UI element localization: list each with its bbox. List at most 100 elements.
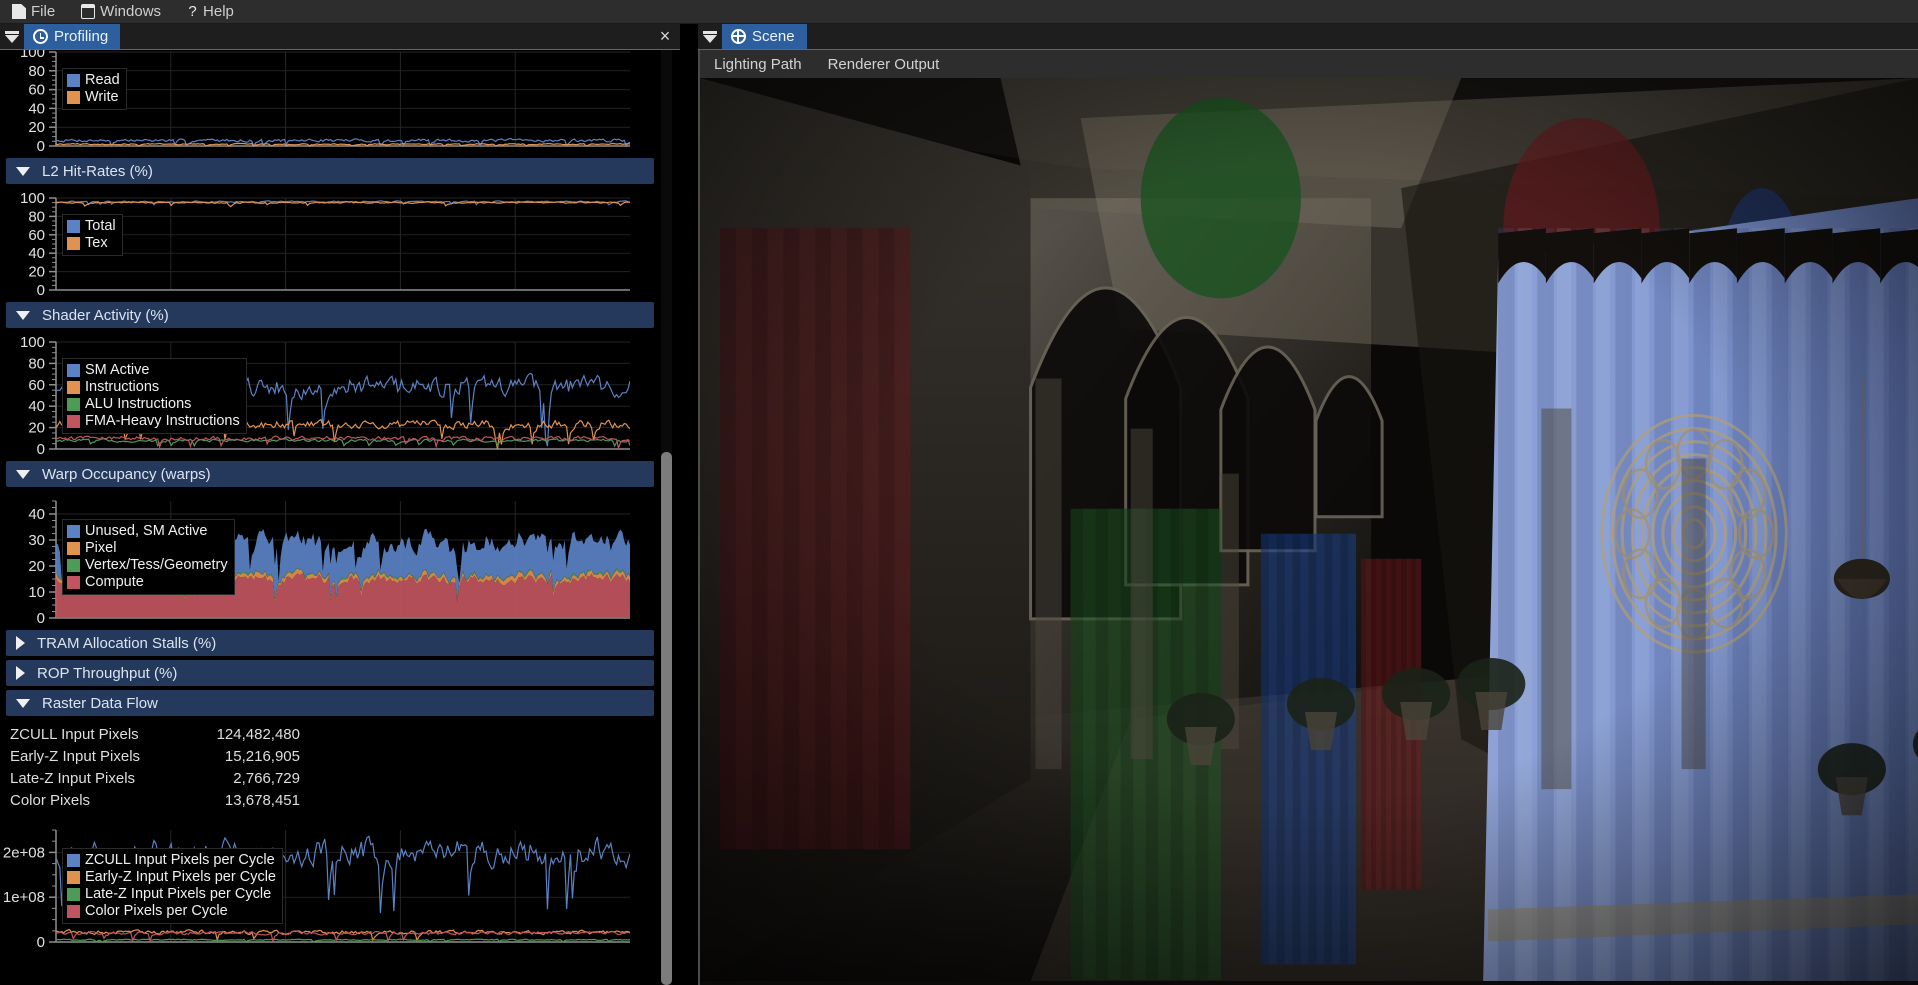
svg-text:20: 20: [28, 264, 45, 281]
stat-label: Color Pixels: [10, 792, 91, 809]
svg-text:60: 60: [28, 82, 45, 99]
menu-help[interactable]: ? Help: [183, 2, 238, 21]
svg-text:100: 100: [20, 50, 45, 61]
profiling-tabstrip: Profiling ×: [0, 24, 680, 50]
section-title: TRAM Allocation Stalls (%): [37, 634, 217, 652]
scene-tabstrip: Scene: [698, 24, 1918, 50]
question-mark-icon: ?: [188, 3, 197, 20]
document-icon: [12, 4, 26, 19]
tab-scene[interactable]: Scene: [722, 24, 807, 49]
section-header-raster[interactable]: Raster Data Flow: [6, 690, 654, 716]
svg-text:20: 20: [28, 420, 45, 437]
tab-profiling[interactable]: Profiling: [24, 24, 121, 49]
svg-text:30: 30: [28, 532, 45, 549]
tab-scene-label: Scene: [752, 28, 795, 45]
svg-text:80: 80: [28, 208, 45, 225]
chart-warp: 0 10 20 30 40 Unused, SM Active Pixel Vertex/Te…: [0, 491, 660, 626]
svg-text:2e+08: 2e+08: [3, 844, 45, 861]
stat-label: ZCULL Input Pixels: [10, 726, 139, 743]
close-icon[interactable]: ×: [650, 24, 680, 49]
tabstrip-spacer: [806, 24, 1918, 49]
chart-dram: 0 20 40 60 80 100 Read Write: [0, 50, 660, 154]
stat-value: 15,216,905: [224, 748, 300, 765]
scene-viewport[interactable]: [698, 78, 1918, 985]
stat-value: 124,482,480: [216, 726, 300, 743]
chart-shader: 0 20 40 60 80 100 SM Active Instructions ALU Ins…: [0, 332, 660, 457]
chevron-right-icon: [16, 636, 25, 650]
profiling-scroll-area[interactable]: 0 20 40 60 80 100 Read Write L2 Hit-Rates (%) 0 20…: [0, 50, 680, 985]
window-icon: [81, 4, 96, 19]
table-row: ZCULL Input Pixels 124,482,480: [10, 724, 660, 746]
section-header-tram[interactable]: TRAM Allocation Stalls (%): [6, 630, 654, 656]
chevron-down-icon: [16, 469, 30, 479]
chevron-down-icon: [16, 698, 30, 708]
chevron-down-icon: [703, 34, 717, 43]
svg-text:100: 100: [20, 190, 45, 207]
menu-windows[interactable]: Windows: [77, 2, 165, 21]
section-title: Warp Occupancy (warps): [42, 465, 211, 483]
stat-label: Late-Z Input Pixels: [10, 770, 136, 787]
svg-text:0: 0: [37, 282, 45, 298]
section-header-warp[interactable]: Warp Occupancy (warps): [6, 461, 654, 487]
section-title: Raster Data Flow: [42, 694, 158, 712]
renderer-output-button[interactable]: Renderer Output: [828, 56, 940, 73]
rendered-scene: [700, 78, 1918, 982]
stat-value: 2,766,729: [233, 770, 300, 787]
svg-text:80: 80: [28, 355, 45, 372]
svg-text:0: 0: [37, 138, 45, 154]
profiling-content: 0 20 40 60 80 100 Read Write L2 Hit-Rates (%) 0 20…: [0, 50, 660, 952]
chart-raster: 0 1e+08 2e+08 ZCULL Input Pixels per Cycle E…: [0, 820, 660, 950]
lighting-path-button[interactable]: Lighting Path: [714, 56, 802, 73]
chevron-down-icon: [16, 166, 30, 176]
svg-text:0: 0: [37, 441, 45, 457]
profiling-scrollbar-thumb[interactable]: [661, 452, 672, 985]
menu-file-label: File: [31, 3, 56, 20]
menu-bar: File Windows ? Help: [0, 0, 1918, 24]
table-row: Early-Z Input Pixels 15,216,905: [10, 746, 660, 768]
chevron-down-icon: [16, 310, 30, 320]
scene-panel: Scene Lighting Path Renderer Output: [698, 24, 1918, 985]
chart-l2: 0 20 40 60 80 100 Total Tex: [0, 188, 660, 298]
table-row: Late-Z Input Pixels 2,766,729: [10, 768, 660, 790]
svg-text:20: 20: [28, 558, 45, 575]
profiling-panel-menu-button[interactable]: [0, 24, 24, 49]
svg-text:1e+08: 1e+08: [3, 889, 45, 906]
raster-stats-table: ZCULL Input Pixels 124,482,480 Early-Z Inp…: [0, 716, 660, 816]
svg-text:40: 40: [28, 398, 45, 415]
section-header-l2[interactable]: L2 Hit-Rates (%): [6, 158, 654, 184]
tabstrip-spacer: [120, 24, 650, 49]
scene-panel-menu-button[interactable]: [698, 24, 722, 49]
svg-text:0: 0: [37, 934, 45, 950]
svg-text:60: 60: [28, 377, 45, 394]
profiler-window: File Windows ? Help Profiling × 0 20 40 …: [0, 0, 1918, 985]
svg-text:20: 20: [28, 119, 45, 136]
svg-text:40: 40: [28, 100, 45, 117]
scene-toolbar: Lighting Path Renderer Output: [698, 50, 1918, 78]
section-header-rop[interactable]: ROP Throughput (%): [6, 660, 654, 686]
svg-text:0: 0: [37, 610, 45, 626]
stat-label: Early-Z Input Pixels: [10, 748, 141, 765]
chevron-right-icon: [16, 666, 25, 680]
section-title: Shader Activity (%): [42, 306, 169, 324]
profiling-scrollbar[interactable]: [661, 50, 672, 985]
menu-help-label: Help: [203, 3, 234, 20]
section-title: ROP Throughput (%): [37, 664, 178, 682]
svg-text:100: 100: [20, 334, 45, 351]
main-split: Profiling × 0 20 40 60 80 100 Read Write L2 Hit-…: [0, 24, 1918, 985]
svg-text:80: 80: [28, 63, 45, 80]
svg-text:40: 40: [28, 245, 45, 262]
stat-value: 13,678,451: [224, 792, 300, 809]
menu-windows-label: Windows: [100, 3, 162, 20]
svg-text:40: 40: [28, 506, 45, 523]
svg-text:10: 10: [28, 584, 45, 601]
globe-icon: [731, 29, 746, 44]
clock-icon: [33, 29, 48, 44]
tab-profiling-label: Profiling: [54, 28, 109, 45]
section-header-shader[interactable]: Shader Activity (%): [6, 302, 654, 328]
section-title: L2 Hit-Rates (%): [42, 162, 153, 180]
panel-divider[interactable]: [680, 24, 698, 985]
svg-text:60: 60: [28, 227, 45, 244]
chevron-down-icon: [5, 34, 19, 43]
table-row: Color Pixels 13,678,451: [10, 790, 660, 812]
menu-file[interactable]: File: [8, 2, 59, 21]
